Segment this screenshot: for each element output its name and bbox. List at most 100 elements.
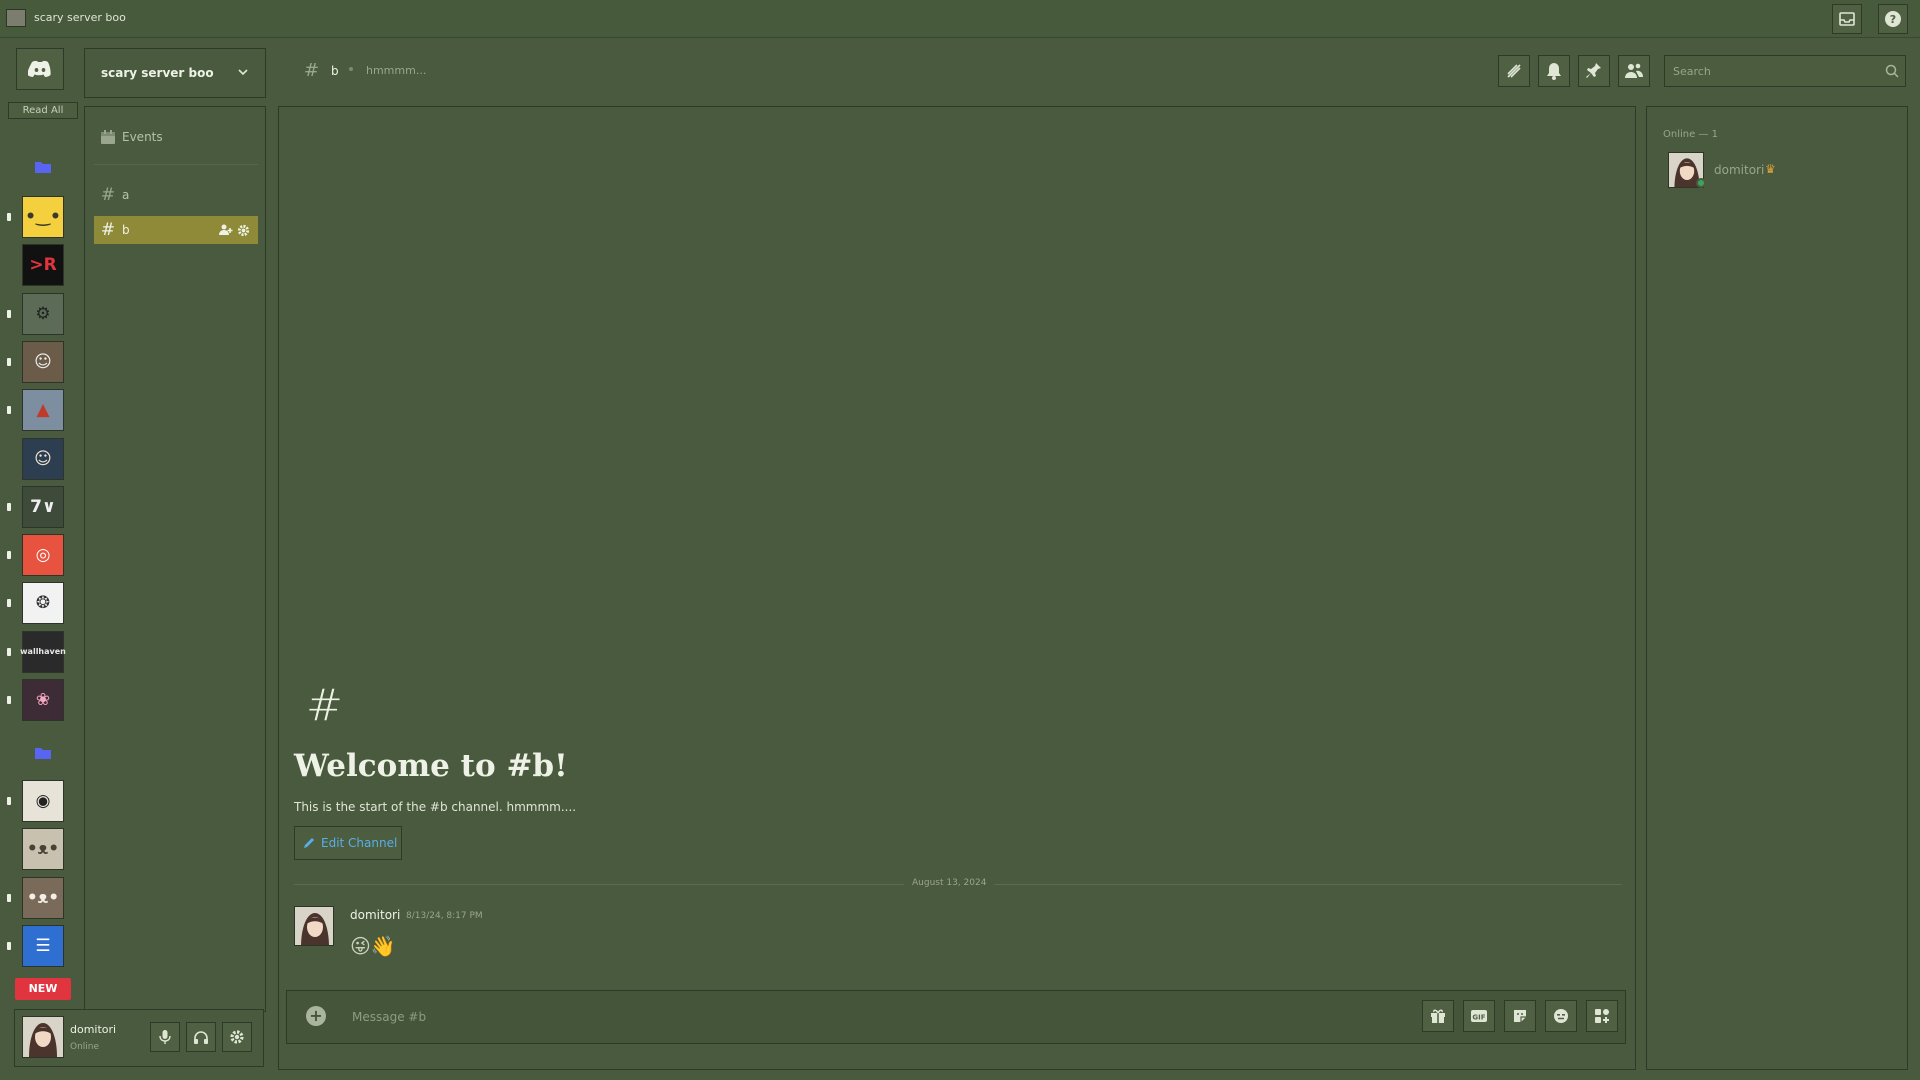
header-separator bbox=[349, 67, 353, 71]
new-badge: NEW bbox=[15, 978, 71, 1000]
pin-icon bbox=[1586, 62, 1602, 80]
chevron-down-icon bbox=[237, 67, 249, 77]
pinned-messages-button[interactable] bbox=[1578, 55, 1610, 87]
inbox-icon bbox=[1839, 12, 1855, 26]
unread-indicator bbox=[7, 502, 11, 511]
server-cat-icon[interactable]: •ᴥ• bbox=[22, 828, 64, 871]
help-button[interactable]: ? bbox=[1878, 4, 1908, 34]
gift-button[interactable] bbox=[1422, 1000, 1454, 1032]
unread-indicator bbox=[7, 893, 11, 902]
online-status-icon bbox=[1696, 178, 1706, 188]
calendar-icon bbox=[94, 129, 122, 145]
channel-name: a bbox=[122, 188, 130, 202]
member-name[interactable]: domitori bbox=[1714, 163, 1764, 177]
edit-channel-label: Edit Channel bbox=[321, 836, 398, 850]
message-author[interactable]: domitori bbox=[350, 908, 400, 922]
user-status: Online bbox=[70, 1042, 100, 1052]
events-item[interactable]: Events bbox=[94, 123, 258, 151]
help-icon: ? bbox=[1884, 10, 1902, 28]
channel-name: b bbox=[122, 223, 130, 237]
svg-text:?: ? bbox=[1890, 13, 1896, 26]
unread-indicator bbox=[7, 647, 11, 656]
member-list-button[interactable] bbox=[1618, 55, 1650, 87]
welcome-subtitle: This is the start of the #b channel. hmm… bbox=[294, 800, 577, 814]
unread-indicator bbox=[7, 213, 11, 221]
server-sticky-note-icon[interactable]: •‿• bbox=[22, 196, 64, 238]
unread-indicator bbox=[7, 797, 11, 805]
header-channel-name: b bbox=[331, 64, 339, 78]
apps-button[interactable] bbox=[1586, 1000, 1618, 1032]
deafen-button[interactable] bbox=[186, 1022, 216, 1052]
mute-button[interactable] bbox=[150, 1022, 180, 1052]
create-invite-icon[interactable] bbox=[219, 224, 233, 236]
emoji-icon bbox=[1553, 1008, 1569, 1024]
bell-icon bbox=[1546, 62, 1562, 80]
member-list bbox=[1646, 106, 1908, 1070]
server-wallhaven-icon[interactable]: wallhaven bbox=[20, 630, 66, 673]
server-car-icon[interactable]: ⚙ bbox=[22, 292, 64, 335]
server-mountain-icon[interactable]: ▲ bbox=[22, 389, 64, 432]
hash-icon: # bbox=[100, 220, 116, 240]
welcome-title: Welcome to #b! bbox=[294, 748, 568, 784]
header-hash-icon: # bbox=[304, 60, 320, 81]
user-name: domitori bbox=[70, 1023, 117, 1036]
channel-item-b[interactable]: # b bbox=[94, 216, 258, 244]
server-header[interactable]: scary server boo bbox=[84, 48, 266, 98]
svg-text:GIF: GIF bbox=[1472, 1014, 1485, 1022]
message-timestamp: 8/13/24, 8:17 PM bbox=[406, 911, 483, 921]
gift-icon bbox=[1430, 1008, 1446, 1024]
server-r-logo-icon[interactable]: >R bbox=[22, 244, 64, 287]
user-avatar[interactable] bbox=[22, 1016, 64, 1058]
message-content: 😜👋 bbox=[350, 934, 396, 958]
attach-plus-icon[interactable]: + bbox=[306, 1006, 326, 1026]
message-input[interactable]: Message #b bbox=[352, 1010, 426, 1024]
unread-indicator bbox=[7, 309, 11, 318]
server-dog-icon[interactable]: •ᴥ• bbox=[22, 876, 64, 919]
server-folder[interactable] bbox=[22, 146, 64, 188]
server-7tv-icon[interactable]: 7∨ bbox=[22, 485, 64, 528]
members-icon bbox=[1624, 63, 1644, 79]
header-topic[interactable]: hmmmm... bbox=[366, 64, 426, 77]
apps-icon bbox=[1594, 1008, 1610, 1024]
server-seal-icon[interactable]: ❂ bbox=[22, 582, 64, 625]
home-button[interactable] bbox=[16, 48, 64, 90]
server-anime-char-icon[interactable]: ☺ bbox=[22, 437, 64, 480]
gear-icon bbox=[229, 1029, 245, 1045]
gif-icon: GIF bbox=[1470, 1009, 1488, 1023]
microphone-icon bbox=[159, 1029, 171, 1045]
message-avatar[interactable] bbox=[294, 906, 334, 946]
emoji-button[interactable] bbox=[1545, 1000, 1577, 1032]
date-divider: August 13, 2024 bbox=[904, 878, 995, 888]
notifications-button[interactable] bbox=[1538, 55, 1570, 87]
server-artist-icon[interactable]: ☺ bbox=[22, 340, 64, 383]
server-target-icon[interactable]: ◎ bbox=[22, 534, 64, 577]
channel-settings-icon[interactable] bbox=[237, 224, 250, 237]
unread-indicator bbox=[7, 406, 11, 415]
headphones-icon bbox=[193, 1030, 209, 1045]
gif-button[interactable]: GIF bbox=[1463, 1000, 1495, 1032]
channel-item-a[interactable]: # a bbox=[94, 181, 258, 209]
events-label: Events bbox=[122, 130, 163, 144]
unread-indicator bbox=[7, 551, 11, 560]
server-folder-2[interactable] bbox=[22, 732, 64, 774]
server-pink-pig-icon[interactable]: ❀ bbox=[22, 679, 64, 721]
app-icon bbox=[6, 9, 26, 27]
server-name: scary server boo bbox=[101, 66, 214, 80]
server-stack-icon[interactable]: ☰ bbox=[22, 924, 64, 967]
sticker-icon bbox=[1512, 1008, 1528, 1024]
search-input[interactable]: Search bbox=[1664, 55, 1906, 87]
unread-indicator bbox=[7, 696, 11, 704]
server-speaker-eye-icon[interactable]: ◉ bbox=[22, 780, 64, 822]
threads-button[interactable] bbox=[1498, 55, 1530, 87]
read-all-button[interactable]: Read All bbox=[8, 102, 78, 119]
edit-channel-button[interactable]: Edit Channel bbox=[294, 826, 402, 860]
folder-icon bbox=[34, 746, 52, 760]
crown-icon: ♛ bbox=[1765, 162, 1776, 176]
threads-icon bbox=[1505, 62, 1523, 80]
divider bbox=[94, 164, 258, 165]
title-bar: scary server boo ? bbox=[0, 0, 1920, 38]
sticker-button[interactable] bbox=[1504, 1000, 1536, 1032]
inbox-button[interactable] bbox=[1832, 4, 1862, 34]
user-settings-button[interactable] bbox=[222, 1022, 252, 1052]
unread-indicator bbox=[7, 357, 11, 366]
